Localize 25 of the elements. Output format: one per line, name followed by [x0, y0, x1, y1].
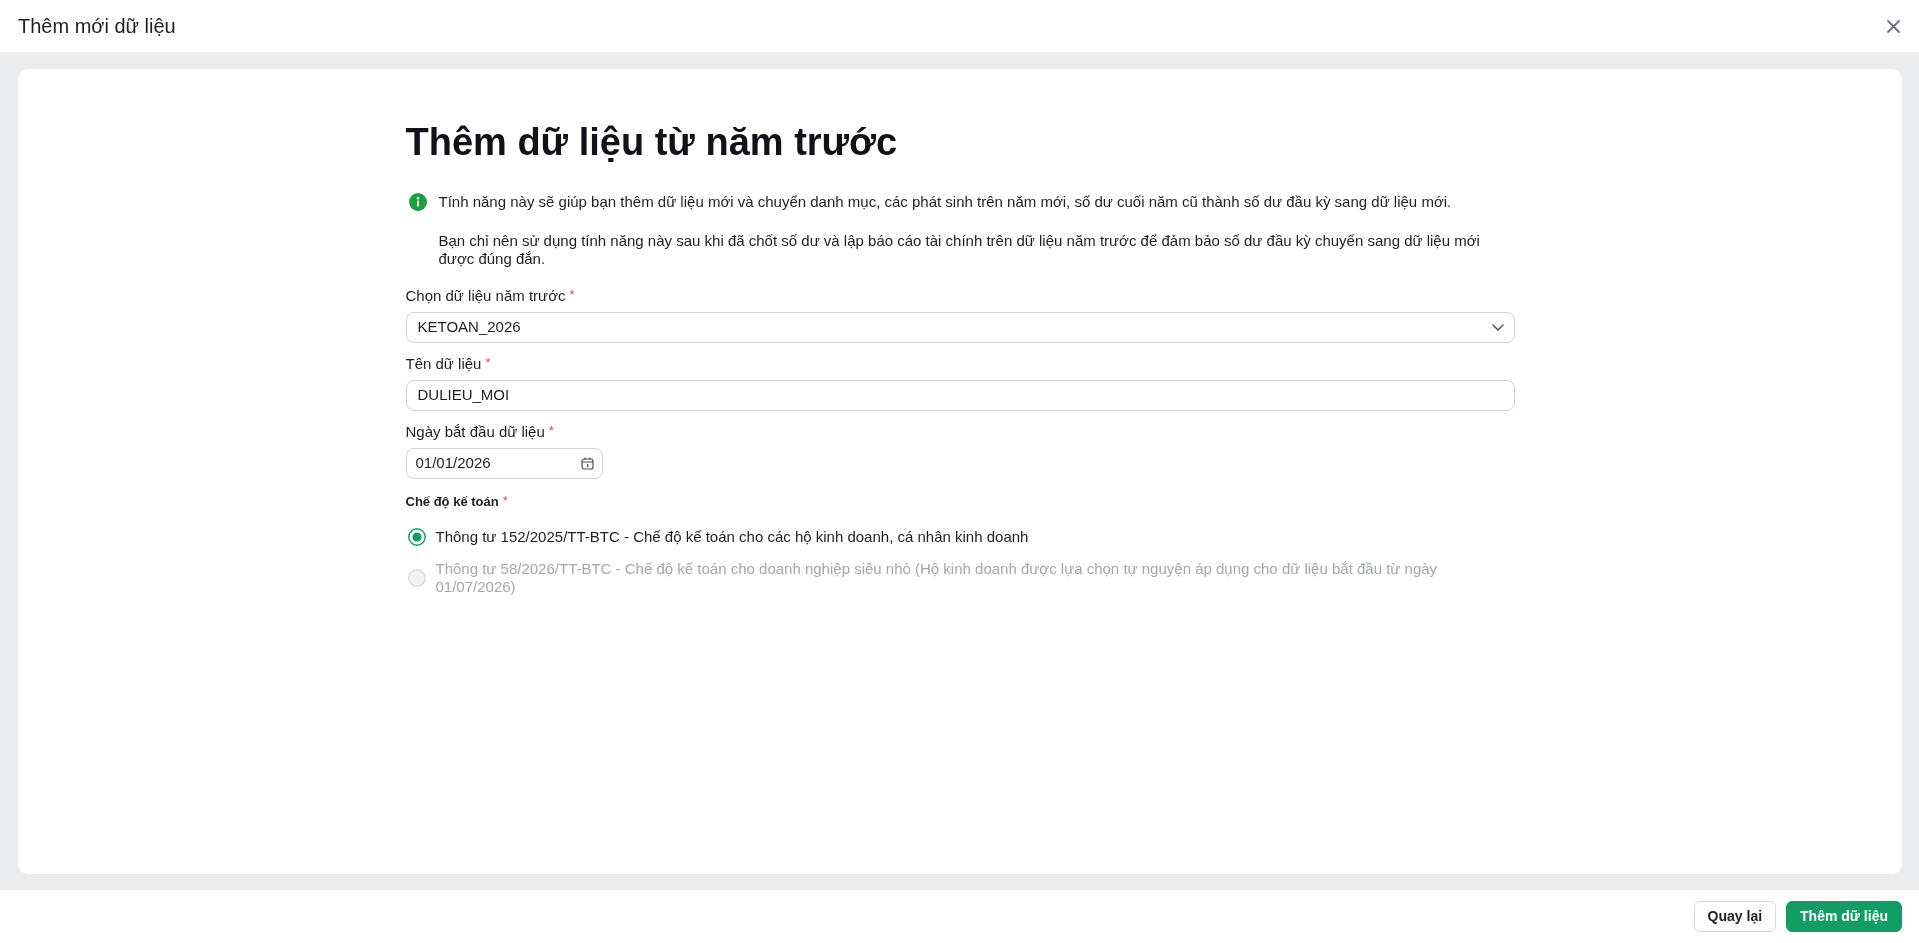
radio-label: Thông tư 152/2025/TT-BTC - Chế độ kế toán cho các hộ kinh doanh, cá nhân kinh doanh	[435, 528, 1029, 546]
calendar-icon	[580, 457, 594, 470]
radio-label: Thông tư 58/2026/TT-BTC - Chế độ kế toán cho doanh nghiệp siêu nhỏ (Hộ kinh doanh được lựa chọn tự nguyện áp dụng cho dữ liệu bắt đầu từ ngày 01/07/2026)	[435, 560, 1439, 596]
close-button[interactable]	[1885, 17, 1902, 35]
required-mark: *	[569, 287, 575, 303]
field-label: Tên dữ liệu	[405, 355, 482, 373]
info-text: Bạn chỉ nên sử dụng tính năng này sau khi đã chốt số dư và lập báo cáo tài chính trên dữ liệu năm trước để đảm bảo số dư đầu kỳ chuyển sang dữ liệu mới được đúng đắn.	[438, 232, 1481, 268]
text-field[interactable]: DULIEU_MOI	[405, 380, 1515, 411]
radio-button[interactable]	[407, 528, 426, 546]
info-icon	[408, 193, 427, 211]
required-mark: *	[502, 493, 508, 509]
page-heading: Thêm dữ liệu từ năm trước	[405, 120, 899, 165]
close-icon	[1887, 19, 1900, 33]
date-field[interactable]: 01/01/2026	[405, 448, 603, 479]
required-mark: *	[548, 423, 554, 439]
field-label: Ngày bắt đầu dữ liệu	[405, 423, 545, 441]
window-title: Thêm mới dữ liệu	[18, 14, 176, 39]
add-data-button[interactable]: Thêm dữ liệu	[1786, 901, 1902, 932]
field-label: Chế độ kế toán	[405, 493, 499, 511]
info-text: Tính năng này sẽ giúp bạn thêm dữ liệu mới và chuyển danh mục, các phát sinh trên năm mới, số dư cuối năm cũ thành số dư đầu kỳ sang dữ liệu mới.	[438, 193, 1453, 211]
dropdown[interactable]: KETOAN_2026	[405, 312, 1515, 343]
required-mark: *	[485, 355, 491, 371]
chevron-down-icon	[1491, 324, 1504, 331]
back-button[interactable]: Quay lại	[1693, 901, 1777, 932]
field-label: Chọn dữ liệu năm trước	[405, 287, 566, 305]
